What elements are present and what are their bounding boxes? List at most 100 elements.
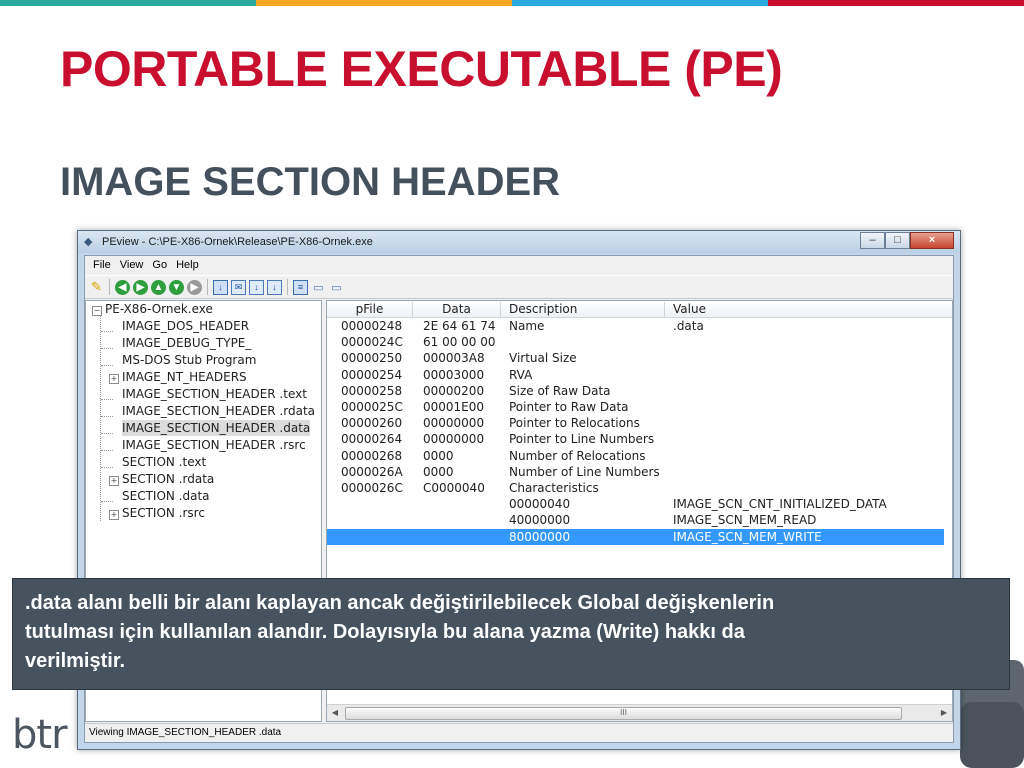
window-titlebar[interactable]: ◆ PEview - C:\PE-X86-Ornek\Release\PE-X8… <box>78 231 960 253</box>
tree-guide-line <box>101 467 113 468</box>
menu-help[interactable]: Help <box>172 256 204 274</box>
horizontal-scrollbar[interactable]: ◀ III ▶ <box>327 704 952 721</box>
back-icon[interactable]: ◀ <box>115 279 130 295</box>
scroll-right-arrow[interactable]: ▶ <box>936 705 952 721</box>
view-dword-icon[interactable]: ↓ <box>249 279 264 295</box>
data-cell: 000003A8 <box>423 351 485 366</box>
table-row[interactable]: 00000254 00003000 RVA <box>327 367 944 383</box>
explanation-callout: .data alanı belli bir alanı kaplayan anc… <box>12 578 1010 690</box>
tree-guide-line <box>101 348 113 349</box>
tree-expand-toggle[interactable]: + <box>109 510 119 520</box>
tree-item-section-data[interactable]: SECTION .data <box>122 488 210 504</box>
tree-item-section-header-rsrc[interactable]: IMAGE_SECTION_HEADER .rsrc <box>122 437 306 453</box>
minimize-button[interactable]: – <box>860 232 885 249</box>
menu-go[interactable]: Go <box>148 256 172 274</box>
tree-collapse-toggle[interactable]: − <box>92 306 102 316</box>
view-qword-icon[interactable]: ↓ <box>267 279 282 295</box>
table-row[interactable]: 00000264 00000000 Pointer to Line Numbers <box>327 431 944 447</box>
tree-item-section-header-rdata[interactable]: IMAGE_SECTION_HEADER .rdata <box>122 403 315 419</box>
table-row[interactable]: 0000024C 61 00 00 00 <box>327 334 944 350</box>
menu-view[interactable]: View <box>116 256 149 274</box>
data-cell: C0000040 <box>423 481 485 495</box>
down-icon[interactable]: ▼ <box>169 279 184 295</box>
value-cell: IMAGE_SCN_CNT_INITIALIZED_DATA <box>673 497 887 512</box>
tree-item-ms-dos-stub[interactable]: MS-DOS Stub Program <box>122 352 256 368</box>
table-row[interactable]: 00000250 000003A8 Virtual Size <box>327 350 944 366</box>
view-word-icon[interactable]: ✉ <box>231 279 246 295</box>
up-icon[interactable]: ▲ <box>151 279 166 295</box>
callout-line-1: .data alanı belli bir alanı kaplayan anc… <box>25 592 775 614</box>
table-row[interactable]: 80000000 IMAGE_SCN_MEM_WRITE <box>327 528 944 545</box>
table-row[interactable]: 0000026A 0000 Number of Line Numbers <box>327 464 944 480</box>
data-cell: 00000000 <box>423 432 485 447</box>
tree-item-section-rsrc[interactable]: SECTION .rsrc <box>122 505 205 521</box>
tree-item-image-nt-headers[interactable]: IMAGE_NT_HEADERS <box>122 369 247 385</box>
tree-item-image-debug-type[interactable]: IMAGE_DEBUG_TYPE_ <box>122 335 251 351</box>
data-cell: 00001E00 <box>423 400 485 414</box>
table-row[interactable]: 0000026C C0000040 Characteristics <box>327 480 944 496</box>
stop-icon[interactable]: ▶ <box>187 279 202 295</box>
close-button[interactable]: × <box>910 232 954 249</box>
description-cell: Number of Line Numbers <box>509 464 660 479</box>
window-title: PEview - C:\PE-X86-Ornek\Release\PE-X86-… <box>102 236 373 248</box>
data-cell: 00000200 <box>423 383 485 398</box>
data-cell: 0000 <box>423 464 454 479</box>
data-cell: 00000000 <box>423 416 485 431</box>
slide-subtitle: IMAGE SECTION HEADER <box>60 160 561 204</box>
tree-expand-toggle[interactable]: + <box>109 476 119 486</box>
accent-bar <box>0 0 1024 6</box>
slide-title: PORTABLE EXECUTABLE (PE) <box>60 41 783 97</box>
accent-segment-blue <box>512 0 768 6</box>
scroll-left-arrow[interactable]: ◀ <box>327 705 343 721</box>
description-cell: Pointer to Raw Data <box>509 400 629 414</box>
toolbar: ✎ ◀ ▶ ▲ ▼ ▶ ↓ ✉ ↓ ↓ ≡ ▭ ▭ <box>85 275 953 299</box>
tree-guide-line <box>101 450 113 451</box>
table-row[interactable]: 00000268 0000 Number of Relocations <box>327 448 944 464</box>
maximize-button[interactable]: □ <box>885 232 910 249</box>
table-row[interactable]: 00000248 2E 64 61 74 Name .data <box>327 318 944 334</box>
callout-line-3: verilmiştir. <box>25 650 126 672</box>
accent-segment-orange <box>256 0 512 6</box>
description-cell: Name <box>509 319 545 333</box>
view-list-icon[interactable]: ≡ <box>293 279 308 295</box>
toolbar-separator <box>287 279 288 295</box>
column-header-value[interactable]: Value <box>665 302 952 317</box>
toolbar-separator <box>207 279 208 295</box>
column-header-description[interactable]: Description <box>501 302 665 317</box>
tree-item-section-header-text[interactable]: IMAGE_SECTION_HEADER .text <box>122 386 307 402</box>
tree-item-section-header-data[interactable]: IMAGE_SECTION_HEADER .data <box>122 420 311 436</box>
description-cell: RVA <box>509 367 533 382</box>
description-cell: Pointer to Relocations <box>509 416 640 431</box>
table-row[interactable]: 00000040 IMAGE_SCN_CNT_INITIALIZED_DATA <box>327 496 944 512</box>
table-row[interactable]: 00000258 00000200 Size of Raw Data <box>327 383 944 399</box>
data-cell: 61 00 00 00 <box>423 335 496 350</box>
tree-guide-line <box>101 416 113 417</box>
callout-line-2: tutulması için kullanılan alandır. Dolay… <box>25 621 745 643</box>
tree-item-section-rdata[interactable]: SECTION .rdata <box>122 471 214 487</box>
description-cell: Number of Relocations <box>509 448 646 463</box>
pfile-cell: 0000025C <box>341 400 403 414</box>
pfile-cell: 00000268 <box>341 448 403 463</box>
tree-item-root[interactable]: PE-X86-Ornek.exe <box>105 301 213 317</box>
open-icon[interactable]: ✎ <box>89 279 104 295</box>
column-header-pfile[interactable]: pFile <box>327 302 413 317</box>
tree-item-image-dos-header[interactable]: IMAGE_DOS_HEADER <box>122 318 249 334</box>
menu-file[interactable]: File <box>89 256 116 274</box>
view-byte-icon[interactable]: ↓ <box>213 279 228 295</box>
table-row[interactable]: 00000260 00000000 Pointer to Relocations <box>327 415 944 431</box>
pfile-cell: 0000024C <box>341 335 403 350</box>
description-cell: 40000000 <box>509 513 571 528</box>
table-row[interactable]: 0000025C 00001E00 Pointer to Raw Data <box>327 399 944 415</box>
tree-expand-toggle[interactable]: + <box>109 374 119 384</box>
forward-icon[interactable]: ▶ <box>133 279 148 295</box>
column-header-data[interactable]: Data <box>413 302 501 317</box>
company-logo: btr <box>12 712 68 758</box>
scroll-thumb[interactable]: III <box>345 707 902 720</box>
pfile-cell: 00000248 <box>341 319 403 333</box>
accent-segment-red <box>768 0 1024 6</box>
view-small-icon[interactable]: ▭ <box>311 280 326 295</box>
pfile-cell: 00000254 <box>341 367 403 382</box>
tree-item-section-text[interactable]: SECTION .text <box>122 454 206 470</box>
table-row[interactable]: 40000000 IMAGE_SCN_MEM_READ <box>327 512 944 528</box>
view-large-icon[interactable]: ▭ <box>329 280 344 295</box>
